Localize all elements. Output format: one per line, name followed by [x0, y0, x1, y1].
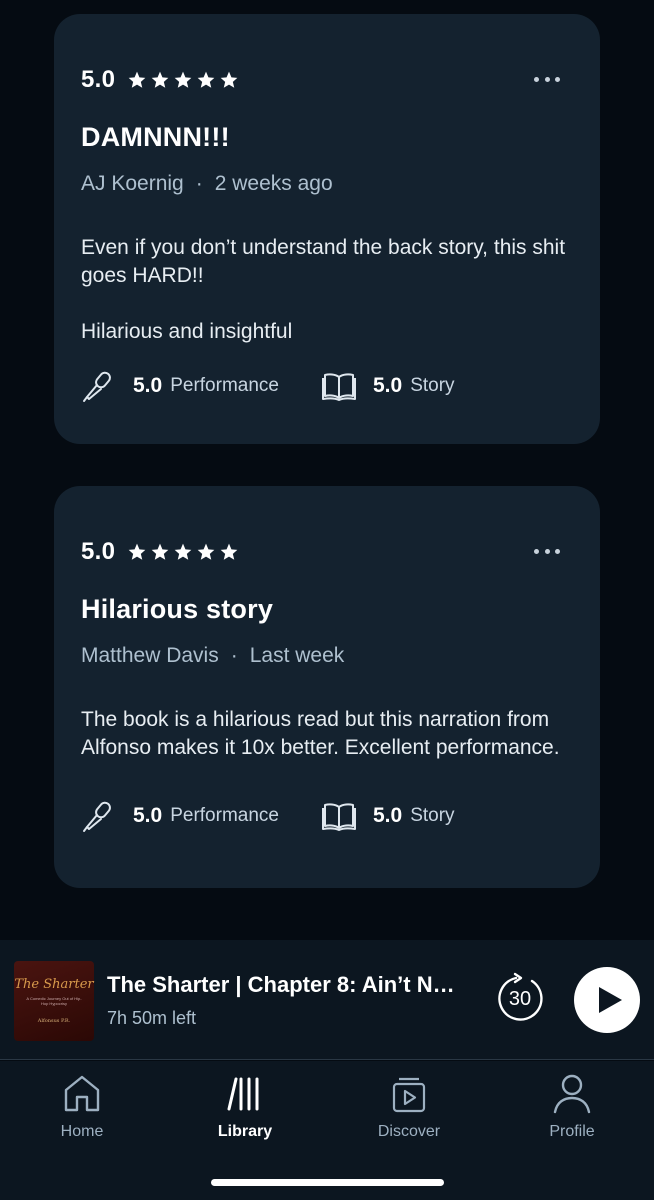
library-icon	[227, 1077, 259, 1111]
star-rating	[127, 542, 239, 562]
discover-icon	[392, 1077, 426, 1113]
review-byline: AJ Koernig · 2 weeks ago	[81, 172, 333, 196]
story-score: 5.0 Story	[321, 798, 455, 834]
star-icon	[174, 71, 192, 88]
tab-discover-label: Discover	[377, 1123, 441, 1140]
review-body: Even if you don’t understand the back st…	[81, 234, 571, 346]
story-score-value: 5.0	[372, 374, 403, 397]
cover-author: Alfonsus P.R.	[37, 1018, 71, 1024]
review-author: AJ Koernig	[81, 172, 184, 195]
performance-score-value: 5.0	[133, 374, 163, 397]
rating-row: 5.0	[81, 538, 239, 566]
review-paragraph: The book is a hilarious read but this na…	[81, 708, 560, 759]
book-icon	[321, 803, 356, 831]
star-icon	[197, 543, 215, 560]
more-options-button[interactable]	[534, 542, 560, 560]
star-rating	[127, 70, 239, 90]
story-label: Story	[410, 805, 455, 826]
review-card: 5.0 Hilarious story Matthew Davis · Last…	[54, 486, 600, 888]
cover-subtitle: A Comedic Journey Out of Hip-Hop Hypocri…	[26, 996, 82, 1006]
play-icon	[598, 987, 622, 1013]
review-title: DAMNNN!!!	[81, 122, 230, 152]
story-score-value: 5.0	[372, 804, 403, 827]
star-icon	[220, 71, 238, 88]
story-label: Story	[410, 375, 455, 396]
play-button[interactable]	[574, 967, 640, 1033]
time-left: 7h 50m left	[107, 1008, 197, 1028]
cover-title: The Sharter	[14, 977, 94, 992]
review-date: Last week	[249, 644, 345, 667]
tab-home[interactable]: Home	[22, 1073, 142, 1141]
performance-score-value: 5.0	[133, 804, 163, 827]
review-author: Matthew Davis	[81, 644, 219, 667]
skip-forward-button[interactable]: 30	[494, 972, 546, 1024]
tab-profile-label: Profile	[549, 1123, 595, 1140]
tab-home-label: Home	[60, 1123, 104, 1140]
review-paragraph: Hilarious and insightful	[81, 320, 293, 343]
home-indicator[interactable]	[211, 1179, 444, 1186]
review-date: 2 weeks ago	[214, 172, 333, 195]
star-icon	[151, 543, 169, 560]
skip-seconds: 30	[508, 988, 532, 1010]
tab-profile[interactable]: Profile	[512, 1073, 632, 1141]
tab-library-label: Library	[217, 1123, 273, 1140]
tab-discover[interactable]: Discover	[349, 1073, 469, 1141]
review-body: The book is a hilarious read but this na…	[81, 706, 571, 762]
star-icon	[151, 71, 169, 88]
star-icon	[220, 543, 238, 560]
review-byline: Matthew Davis · Last week	[81, 644, 344, 668]
performance-label: Performance	[170, 375, 279, 396]
performance-score: 5.0 Performance	[81, 368, 279, 404]
byline-separator: ·	[230, 644, 238, 667]
review-card: 5.0 DAMNNN!!! AJ Koernig · 2 weeks ago E…	[54, 14, 600, 444]
review-title: Hilarious story	[81, 594, 274, 624]
star-icon	[128, 71, 146, 88]
rating-row: 5.0	[81, 66, 239, 94]
microphone-icon	[83, 801, 111, 832]
home-icon	[64, 1075, 100, 1112]
microphone-icon	[83, 371, 111, 402]
byline-separator: ·	[195, 172, 203, 195]
review-scores: 5.0 Performance 5.0 Story	[81, 798, 455, 834]
book-cover[interactable]: The Sharter A Comedic Journey Out of Hip…	[14, 961, 94, 1041]
more-icon	[534, 548, 539, 554]
performance-score: 5.0 Performance	[81, 798, 279, 834]
performance-label: Performance	[170, 805, 279, 826]
more-options-button[interactable]	[534, 70, 560, 88]
review-paragraph: Even if you don’t understand the back st…	[81, 236, 566, 287]
tab-bar: Home Library Discover Profile	[0, 1061, 654, 1200]
mini-player[interactable]: The Sharter A Comedic Journey Out of Hip…	[0, 940, 654, 1060]
rating-value: 5.0	[81, 538, 116, 565]
book-icon	[321, 373, 356, 401]
tab-library[interactable]: Library	[185, 1073, 305, 1141]
now-playing-title[interactable]: The Sharter | Chapter 8: Ain’t Nothing L…	[107, 972, 467, 998]
star-icon	[197, 71, 215, 88]
star-icon	[174, 543, 192, 560]
rating-value: 5.0	[81, 66, 116, 93]
star-icon	[128, 543, 146, 560]
more-icon	[534, 76, 539, 82]
review-scores: 5.0 Performance 5.0 Story	[81, 368, 455, 404]
profile-icon	[553, 1074, 591, 1114]
story-score: 5.0 Story	[321, 368, 455, 404]
